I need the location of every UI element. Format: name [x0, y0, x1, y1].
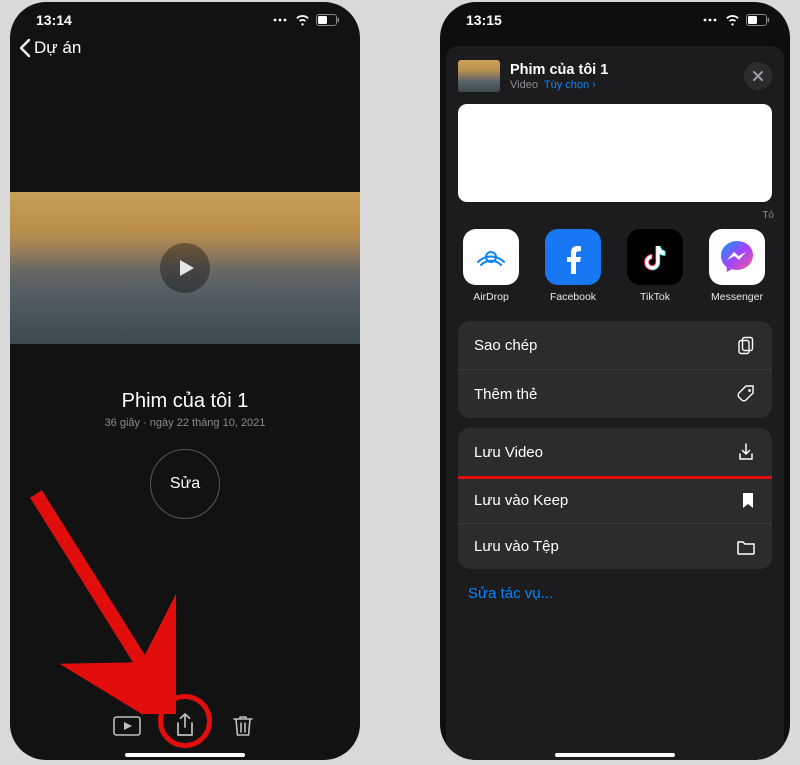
tiktok-icon [627, 229, 683, 285]
more-icon [703, 14, 719, 26]
battery-icon [316, 14, 340, 26]
share-type-label: Video [510, 79, 538, 91]
phone-right-screen: 13:15 Phim của tôi 1 Video Tùy chọn › Tó [440, 2, 790, 760]
play-button[interactable] [160, 243, 210, 293]
share-button[interactable] [169, 710, 201, 742]
facebook-icon [545, 229, 601, 285]
airdrop-icon [463, 229, 519, 285]
video-preview[interactable] [10, 192, 360, 344]
action-save-video[interactable]: Lưu Video [458, 428, 772, 477]
annotation-arrow [28, 486, 176, 714]
action-label: Lưu Video [474, 444, 543, 461]
app-label: TikTok [640, 291, 670, 303]
back-label: Dự án [34, 38, 81, 58]
app-label: AirDrop [473, 291, 509, 303]
action-add-tag[interactable]: Thêm thẻ [458, 370, 772, 418]
home-indicator [555, 753, 675, 757]
close-icon [752, 70, 764, 82]
status-icons [273, 14, 340, 26]
app-label: Facebook [550, 291, 596, 303]
messenger-icon [709, 229, 765, 285]
copy-icon [736, 335, 756, 355]
movie-subtitle: 36 giây · ngày 22 tháng 10, 2021 [10, 417, 360, 429]
status-time: 13:14 [36, 12, 72, 28]
edit-label: Sửa [170, 475, 200, 493]
folder-icon [736, 539, 756, 555]
home-indicator [125, 753, 245, 757]
share-options-link[interactable]: Tùy chọn › [544, 79, 596, 91]
status-bar: 13:14 [10, 2, 360, 32]
share-title: Phim của tôi 1 [510, 62, 608, 78]
action-copy[interactable]: Sao chép [458, 321, 772, 370]
action-label: Sao chép [474, 337, 537, 354]
action-label: Thêm thẻ [474, 386, 537, 403]
wifi-icon [724, 14, 741, 26]
play-icon [173, 256, 197, 280]
share-thumbnail [458, 60, 500, 92]
status-icons [703, 14, 770, 26]
status-time: 13:15 [466, 12, 502, 28]
action-group-2: Lưu Video Lưu vào Keep Lưu vào Tệp [458, 428, 772, 569]
title-area: Phim của tôi 1 36 giây · ngày 22 tháng 1… [10, 390, 360, 429]
battery-icon [746, 14, 770, 26]
delete-button[interactable] [227, 710, 259, 742]
share-subtitle: Video Tùy chọn › [510, 79, 608, 91]
app-facebook[interactable]: Facebook [542, 229, 604, 303]
chevron-left-icon [18, 38, 32, 58]
movie-title: Phim của tôi 1 [10, 390, 360, 413]
more-icon [273, 14, 289, 26]
tag-icon [736, 384, 756, 404]
share-icon [174, 713, 196, 739]
play-rect-icon [113, 716, 141, 736]
nav-back[interactable]: Dự án [10, 32, 360, 64]
share-titles: Phim của tôi 1 Video Tùy chọn › [510, 62, 608, 91]
bottom-toolbar [10, 700, 360, 750]
apps-row: AirDrop Facebook TikTok Messenger [446, 225, 784, 315]
edit-actions-link[interactable]: Sửa tác vụ... [446, 569, 784, 618]
share-header: Phim của tôi 1 Video Tùy chọn › [446, 56, 784, 102]
play-rect-button[interactable] [111, 710, 143, 742]
action-save-keep[interactable]: Lưu vào Keep [458, 477, 772, 524]
app-airdrop[interactable]: AirDrop [460, 229, 522, 303]
close-button[interactable] [744, 62, 772, 90]
preview-card [458, 104, 772, 202]
action-group-1: Sao chép Thêm thẻ [458, 321, 772, 418]
action-save-file[interactable]: Lưu vào Tệp [458, 524, 772, 569]
download-box-icon [736, 442, 756, 462]
action-label: Lưu vào Keep [474, 492, 568, 509]
app-label: Messenger [711, 291, 763, 303]
app-tiktok[interactable]: TikTok [624, 229, 686, 303]
edit-button[interactable]: Sửa [150, 449, 220, 519]
bookmark-icon [740, 491, 756, 509]
action-label: Lưu vào Tệp [474, 538, 559, 555]
share-sheet: Phim của tôi 1 Video Tùy chọn › Tó AirDr… [446, 46, 784, 760]
status-bar: 13:15 [440, 2, 790, 32]
edit-actions-label: Sửa tác vụ... [468, 585, 553, 602]
to-label: Tó [446, 210, 784, 221]
app-messenger[interactable]: Messenger [706, 229, 768, 303]
trash-icon [232, 714, 254, 738]
phone-left-screen: 13:14 Dự án Phim của tôi 1 36 giây · ngà… [10, 2, 360, 760]
wifi-icon [294, 14, 311, 26]
